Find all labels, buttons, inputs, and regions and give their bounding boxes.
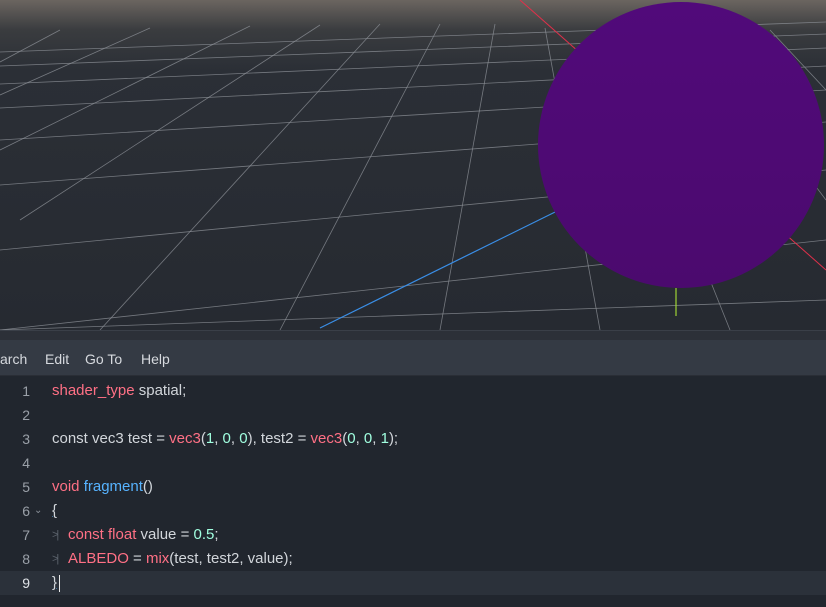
viewport-canvas	[0, 0, 826, 330]
line-number: 4	[22, 455, 30, 471]
token-text: (test, test2, value);	[169, 550, 293, 567]
line-number: 2	[22, 407, 30, 423]
token-text: {	[52, 502, 58, 519]
token-text: ), test2 =	[247, 430, 311, 447]
code-text: shader_type spatial;	[52, 379, 186, 403]
code-text: void fragment()	[52, 475, 153, 499]
code-line[interactable]: 3 const vec3 test = vec3(1, 0, 0), test2…	[0, 427, 826, 451]
code-line-current[interactable]: 9 }	[0, 571, 826, 595]
code-line[interactable]: 7 >| const float value = 0.5;	[0, 523, 826, 547]
token-text: ,	[355, 430, 364, 447]
code-text: const float value = 0.5;	[68, 523, 219, 547]
tab-indent-icon: >|	[52, 553, 59, 565]
code-text: {	[52, 499, 57, 523]
token-text: ,	[230, 430, 240, 447]
token-text: }	[52, 574, 58, 591]
token-text: );	[388, 430, 399, 447]
menu-help[interactable]: Help	[141, 351, 170, 367]
token-keyword: shader_type	[52, 382, 135, 399]
line-number: 3	[22, 431, 30, 447]
code-line[interactable]: 5 void fragment()	[0, 475, 826, 499]
script-editor-menubar: arch Edit Go To Help	[0, 340, 826, 376]
token-number: 0	[347, 430, 356, 447]
token-text: ,	[372, 430, 381, 447]
text-caret	[59, 574, 61, 592]
menu-edit[interactable]: Edit	[45, 351, 69, 367]
token-keyword: mix	[145, 550, 170, 567]
panel-splitter[interactable]	[0, 330, 826, 340]
line-number: 1	[22, 383, 30, 399]
3d-viewport[interactable]	[0, 0, 826, 330]
line-number: 7	[22, 527, 30, 543]
line-number: 6	[22, 503, 30, 519]
line-number: 5	[22, 479, 30, 495]
token-text: ()	[142, 478, 153, 495]
code-line[interactable]: 1 shader_type spatial;	[0, 379, 826, 403]
code-line[interactable]: 4	[0, 451, 826, 475]
code-text: ALBEDO = mix(test, test2, value);	[68, 547, 293, 571]
token-number: 0.5	[193, 526, 215, 543]
code-text: }	[52, 571, 61, 595]
token-number: 1	[205, 430, 215, 447]
code-line[interactable]: 6 ⌄ {	[0, 499, 826, 523]
menu-search[interactable]: arch	[0, 351, 27, 367]
token-number: 0	[222, 430, 231, 447]
tab-indent-icon: >|	[52, 529, 59, 541]
token-keyword: ALBEDO	[68, 550, 129, 567]
token-number: 0	[363, 430, 373, 447]
token-text: test =	[123, 430, 170, 447]
token-number: 1	[380, 430, 389, 447]
purple-sphere-mesh[interactable]	[538, 2, 824, 288]
token-text: spatial;	[134, 382, 187, 399]
token-keyword: void	[52, 478, 80, 495]
token-text: value =	[136, 526, 194, 543]
menu-goto[interactable]: Go To	[85, 351, 122, 367]
token-keyword: const float	[68, 526, 137, 543]
token-keyword: vec3	[310, 430, 343, 447]
code-text: const vec3 test = vec3(1, 0, 0), test2 =…	[52, 427, 398, 451]
fold-chevron-down-icon[interactable]: ⌄	[34, 499, 42, 523]
token-keyword: vec3	[169, 430, 201, 447]
token-number: 0	[239, 430, 248, 447]
token-text: const vec3	[52, 430, 124, 447]
code-editor[interactable]: 1 shader_type spatial; 2 3 const vec3 te…	[0, 376, 826, 607]
line-number: 8	[22, 551, 30, 567]
token-function: fragment	[83, 478, 143, 495]
token-text: =	[128, 550, 146, 567]
token-text: ;	[214, 526, 219, 543]
line-number: 9	[22, 575, 30, 591]
code-line[interactable]: 2	[0, 403, 826, 427]
token-text: ,	[214, 430, 223, 447]
code-line[interactable]: 8 >| ALBEDO = mix(test, test2, value);	[0, 547, 826, 571]
